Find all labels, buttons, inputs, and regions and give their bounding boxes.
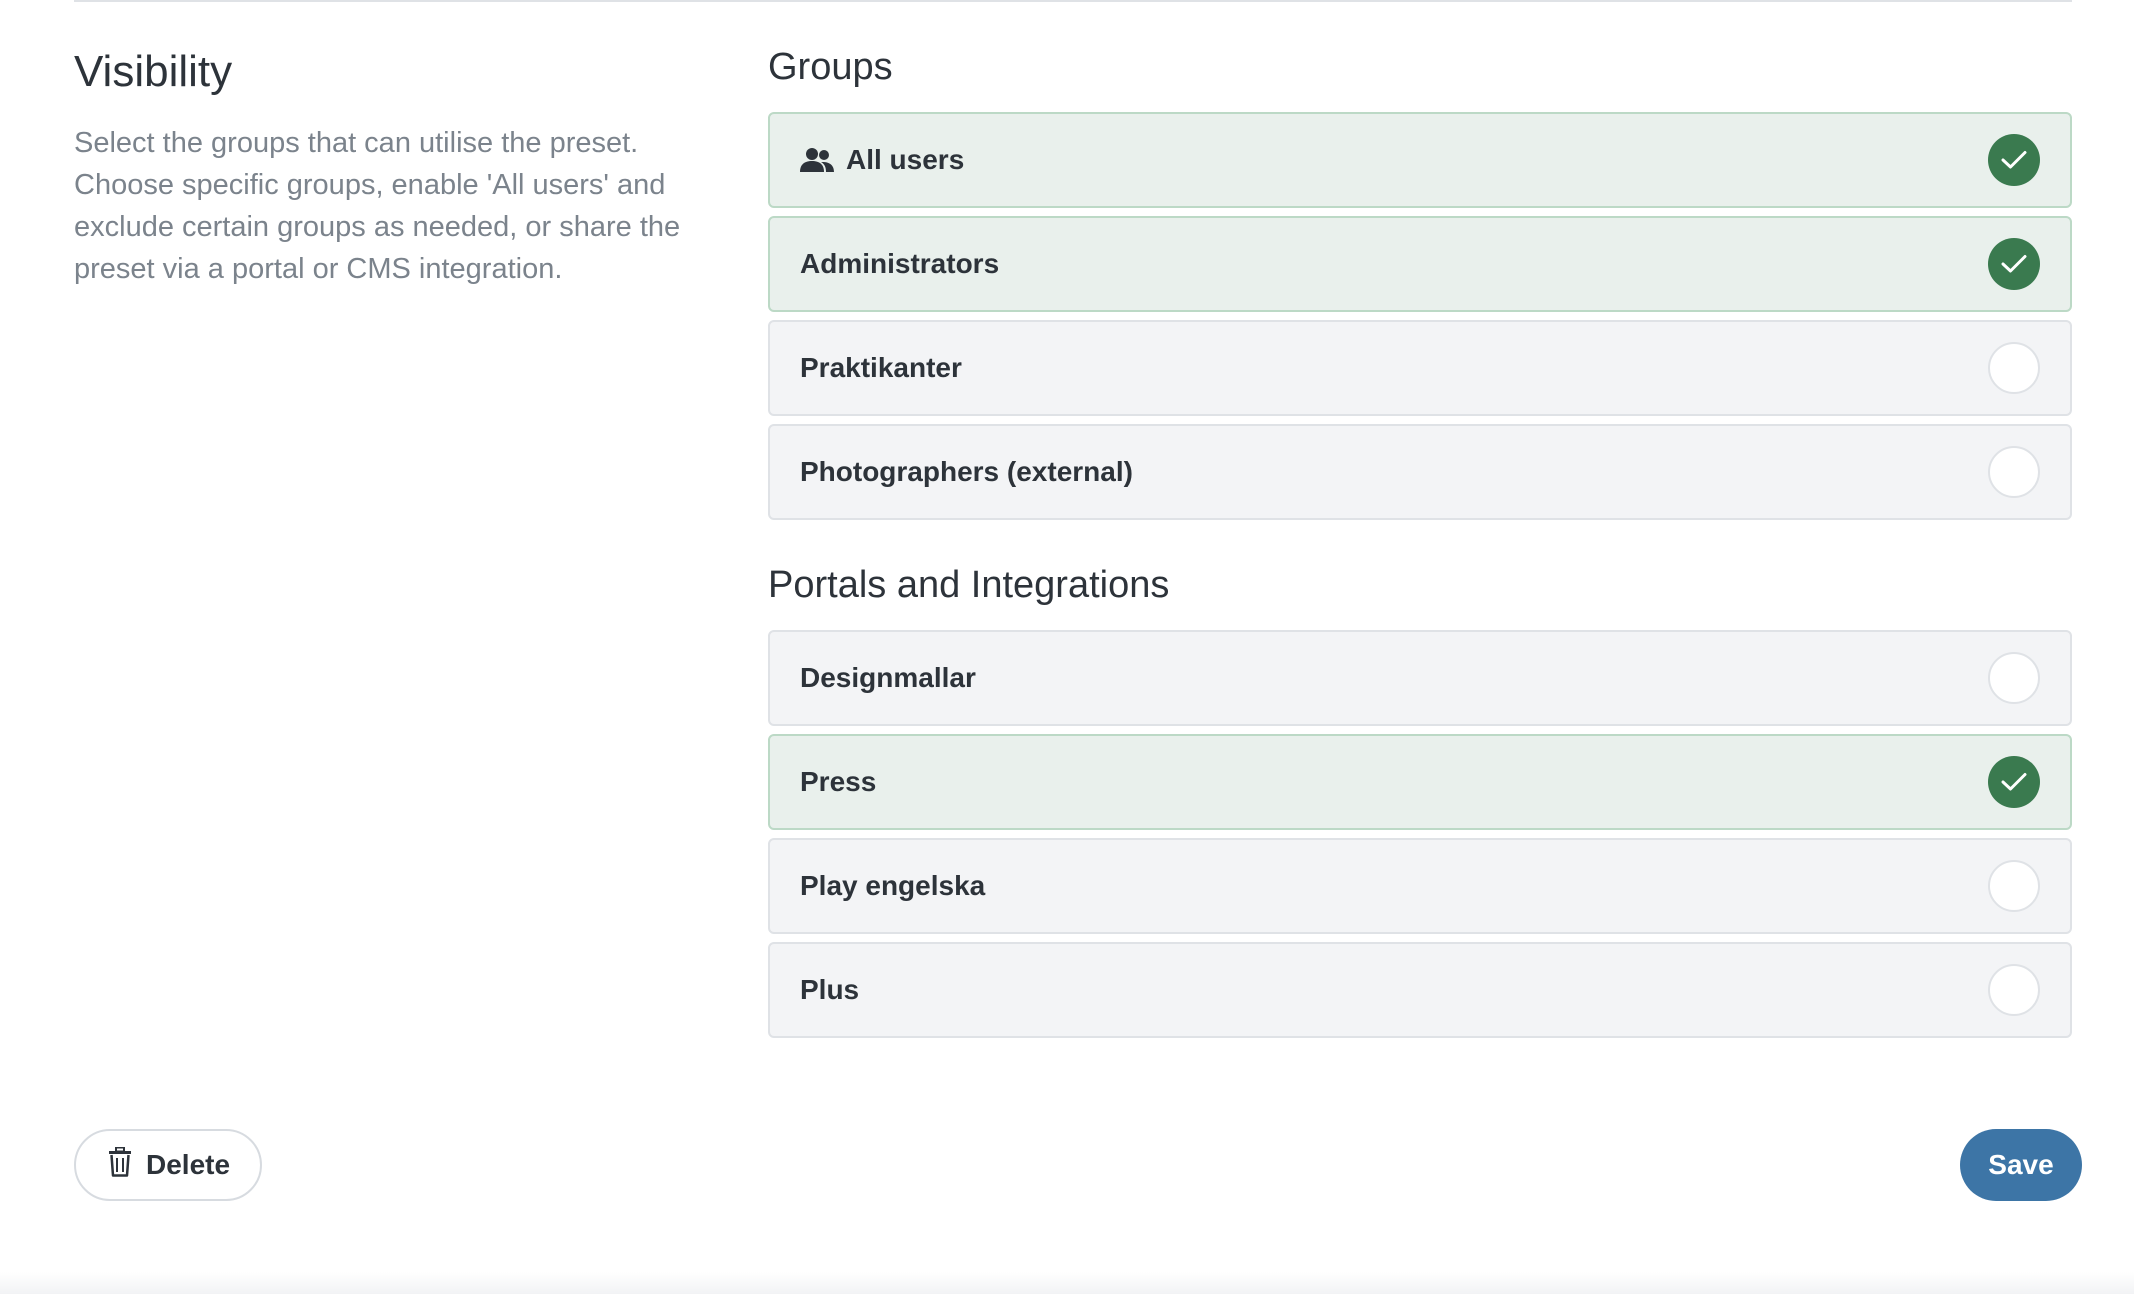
portals-option-play-engelska[interactable]: Play engelska (768, 838, 2072, 934)
groups-list: All users Administrators Praktikanter Photo… (768, 112, 2072, 520)
portals-option-press[interactable]: Press (768, 734, 2072, 830)
visibility-title: Visibility (74, 47, 233, 96)
delete-label: Delete (146, 1149, 231, 1180)
groups-option-administrators[interactable]: Administrators (768, 216, 2072, 312)
option-label: Designmallar (800, 662, 1988, 694)
checkmark-icon[interactable] (1988, 134, 2040, 186)
unchecked-circle-icon[interactable] (1988, 652, 2040, 704)
option-label: Praktikanter (800, 352, 1988, 384)
option-label-text: All users (846, 144, 965, 175)
option-label: Plus (800, 974, 1988, 1006)
option-label: Play engelska (800, 870, 1988, 902)
unchecked-circle-icon[interactable] (1988, 342, 2040, 394)
checkmark-icon[interactable] (1988, 238, 2040, 290)
unchecked-circle-icon[interactable] (1988, 860, 2040, 912)
option-label: Photographers (external) (800, 456, 1988, 488)
option-label: Press (800, 766, 1988, 798)
portals-list: Designmallar Press Play engelska Plus (768, 630, 2072, 1038)
checkmark-icon[interactable] (1988, 756, 2040, 808)
portals-option-designmallar[interactable]: Designmallar (768, 630, 2072, 726)
portals-heading: Portals and Integrations (768, 564, 1170, 606)
unchecked-circle-icon[interactable] (1988, 964, 2040, 1016)
bottom-edge (0, 1272, 2134, 1294)
groups-option-praktikanter[interactable]: Praktikanter (768, 320, 2072, 416)
visibility-info: Visibility Select the groups that can ut… (74, 46, 694, 290)
users-icon (800, 147, 834, 173)
option-label-text: Photographers (external) (800, 456, 1133, 487)
option-label-text: Praktikanter (800, 352, 962, 383)
groups-option-photographers-external[interactable]: Photographers (external) (768, 424, 2072, 520)
unchecked-circle-icon[interactable] (1988, 446, 2040, 498)
visibility-options: Groups All users Administrators Praktikant… (768, 44, 2072, 1038)
portals-option-plus[interactable]: Plus (768, 942, 2072, 1038)
option-label-text: Play engelska (800, 870, 986, 901)
option-label: All users (800, 144, 1988, 176)
option-label-text: Plus (800, 974, 860, 1005)
groups-heading: Groups (768, 46, 893, 88)
visibility-description: Select the groups that can utilise the p… (74, 127, 681, 285)
top-divider (74, 0, 2072, 2)
option-label: Administrators (800, 248, 1988, 280)
delete-button[interactable]: Delete (74, 1129, 263, 1201)
trash-icon (108, 1146, 132, 1184)
option-label-text: Designmallar (800, 662, 976, 693)
groups-option-all-users[interactable]: All users (768, 112, 2072, 208)
option-label-text: Administrators (800, 248, 1000, 279)
save-button[interactable]: Save (1960, 1129, 2082, 1201)
option-label-text: Press (800, 766, 877, 797)
